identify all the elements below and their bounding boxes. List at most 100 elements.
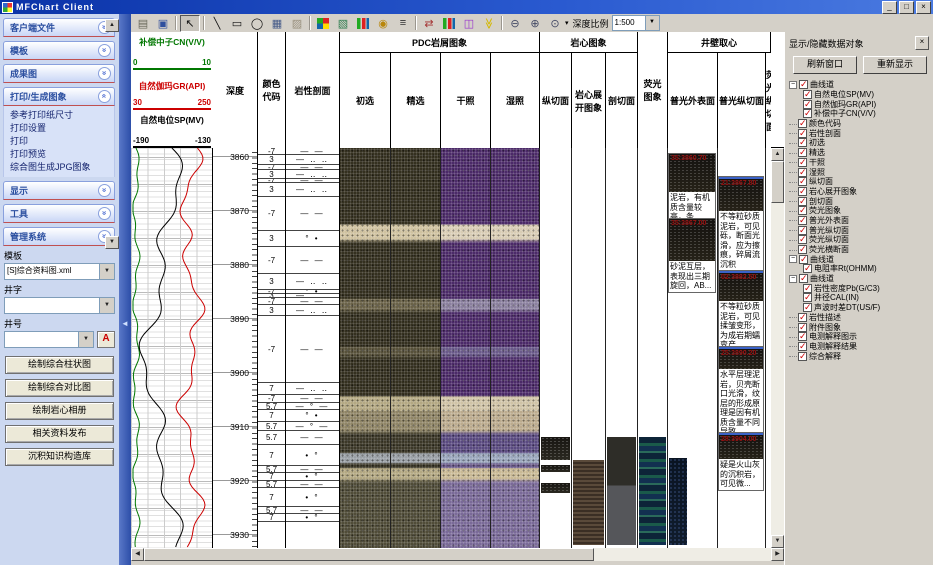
flip-page-icon[interactable]: ◫ (460, 16, 478, 31)
restore-button[interactable]: □ (899, 1, 914, 14)
sidebar-action-button-0[interactable]: 绘制综合柱状图 (5, 356, 114, 374)
horizontal-scrollbar[interactable]: ◀ ▶ (131, 548, 784, 561)
minimize-button[interactable]: _ (882, 1, 897, 14)
zoom-in-icon[interactable]: ⊕ (526, 16, 544, 31)
well-log-chart[interactable]: 深度颜色 代码岩性剖面PDC岩屑图象初选精选干照湿照岩心图象纵切面岩心展 开图象… (131, 32, 771, 548)
refresh-window-button[interactable]: 刷新窗口 (793, 56, 857, 74)
scroll-down-icon[interactable]: ▼ (771, 535, 784, 548)
line-tool-icon[interactable]: ╲ (208, 16, 226, 31)
checkbox-checked-icon[interactable] (798, 352, 807, 361)
double-chevron-icon[interactable]: » (98, 90, 111, 103)
column-chart-icon[interactable] (354, 16, 372, 31)
checkbox-checked-icon[interactable] (803, 284, 812, 293)
double-chevron-icon[interactable]: » (98, 207, 111, 220)
tree-child-item[interactable]: 补偿中子CN(V/V) (789, 109, 930, 119)
picture-icon[interactable]: ▧ (334, 16, 352, 31)
checkbox-checked-icon[interactable] (798, 177, 807, 186)
core-description-card[interactable]: 25:3890.20水平层理泥岩，贝壳断口光滑，纹层的形成原理是因有机质含量不同… (718, 346, 764, 439)
sidebar-item[interactable]: 参考打印纸尺寸 (10, 109, 114, 122)
checkbox-checked-icon[interactable] (798, 332, 807, 341)
tree-child-item[interactable]: 声波时差DT(US/F) (789, 303, 930, 313)
list-icon[interactable]: ≡ (394, 16, 412, 31)
collapse-icon[interactable]: − (789, 255, 797, 263)
save-image-icon[interactable]: ▣ (154, 16, 172, 31)
sidebar-panel-2[interactable]: 成果图» (3, 64, 115, 83)
chevron-down-icon[interactable]: ▼ (78, 332, 93, 347)
checkbox-checked-icon[interactable] (798, 313, 807, 322)
sidebar-action-button-4[interactable]: 沉积知识构造库 (5, 448, 114, 466)
checkbox-checked-icon[interactable] (803, 293, 812, 302)
checkbox-checked-icon[interactable] (803, 109, 812, 118)
checkbox-checked-icon[interactable] (798, 216, 807, 225)
sidebar-item[interactable]: 打印预览 (10, 148, 114, 161)
export-image-icon[interactable]: ▤ (134, 16, 152, 31)
tree-child-item[interactable]: 电阻率Rt(OHMM) (789, 264, 930, 274)
search-colors-icon[interactable]: ◉ (374, 16, 392, 31)
zoom-select-icon[interactable]: ⊙ (546, 16, 564, 31)
scroll-left-icon[interactable]: ◀ (131, 548, 144, 561)
checkbox-checked-icon[interactable] (798, 187, 807, 196)
flow-nodes-icon[interactable]: ⇄ (420, 16, 438, 31)
sidebar-action-button-2[interactable]: 绘制岩心相册 (5, 402, 114, 420)
scroll-right-icon[interactable]: ▶ (771, 548, 784, 561)
checkbox-checked-icon[interactable] (798, 129, 807, 138)
checkbox-checked-icon[interactable] (799, 255, 808, 264)
sidebar-item[interactable]: 打印设置 (10, 122, 114, 135)
checkbox-checked-icon[interactable] (798, 168, 807, 177)
core-description-card[interactable]: 21:3867.80不等粒砂质泥岩，可见砾，断面光滑，应为擦痕，碎屑流沉积 (718, 176, 764, 271)
chevron-down-icon[interactable]: ▼ (645, 16, 659, 30)
checkbox-checked-icon[interactable] (803, 303, 812, 312)
chevron-down-icon[interactable]: ▼ (99, 298, 114, 313)
checkbox-checked-icon[interactable] (798, 148, 807, 157)
checkbox-checked-icon[interactable] (798, 206, 807, 215)
sidebar-panel-3[interactable]: 打印/生成图象» (3, 87, 115, 106)
sidebar-scroll-up-icon[interactable]: ▲ (105, 19, 119, 32)
checkbox-checked-icon[interactable] (803, 264, 812, 273)
zoom-out-icon[interactable]: ⊖ (506, 16, 524, 31)
sidebar-panel-5[interactable]: 工具» (3, 204, 115, 223)
checkbox-checked-icon[interactable] (798, 342, 807, 351)
checkbox-checked-icon[interactable] (799, 80, 808, 89)
sidebar-panel-0[interactable]: 客户端文件» (3, 18, 115, 37)
vertical-scrollbar[interactable]: ▲ ▼ (771, 148, 784, 548)
zoom-dropdown-caret-icon[interactable]: ▾ (565, 19, 569, 27)
close-button[interactable]: × (916, 1, 931, 14)
scroll-up-icon[interactable]: ▲ (771, 148, 784, 161)
double-chevron-icon[interactable]: ≫ (482, 14, 497, 32)
checkbox-checked-icon[interactable] (798, 197, 807, 206)
checkbox-checked-icon[interactable] (798, 119, 807, 128)
checkbox-checked-icon[interactable] (798, 226, 807, 235)
checkbox-checked-icon[interactable] (799, 274, 808, 283)
rect-tool-icon[interactable]: ▭ (228, 16, 246, 31)
bar-graph-icon[interactable] (440, 16, 458, 31)
vertical-scroll-thumb[interactable] (771, 161, 784, 203)
checkbox-checked-icon[interactable] (798, 323, 807, 332)
select-cursor-icon[interactable]: ↖ (180, 15, 200, 32)
tree-item[interactable]: 综合解释 (789, 351, 930, 361)
collapse-icon[interactable]: − (789, 275, 797, 283)
sidebar-action-button-1[interactable]: 绘制综合对比图 (5, 379, 114, 397)
checkbox-checked-icon[interactable] (803, 90, 812, 99)
derrick-icon-button[interactable]: A (97, 331, 115, 348)
image-tool-icon[interactable]: ▦ (268, 16, 286, 31)
field-combo-1[interactable]: ▼ (4, 297, 115, 314)
checkbox-checked-icon[interactable] (798, 245, 807, 254)
double-chevron-icon[interactable]: » (98, 184, 111, 197)
redisplay-button[interactable]: 重新显示 (863, 56, 927, 74)
ellipse-tool-icon[interactable]: ◯ (248, 16, 266, 31)
chevron-down-icon[interactable]: ▼ (99, 264, 114, 279)
sidebar-panel-4[interactable]: 显示» (3, 181, 115, 200)
field-combo-2[interactable]: ▼ (4, 331, 94, 348)
horizontal-scroll-thumb[interactable] (144, 548, 594, 561)
checkbox-checked-icon[interactable] (803, 100, 812, 109)
sidebar-item[interactable]: 综合图生成JPG图象 (10, 161, 114, 174)
field-combo-0[interactable]: [S]综合资料图.xml▼ (4, 263, 115, 280)
core-description-card[interactable]: 35:3860.70泥岩，有机质含量较高，条... (668, 153, 716, 224)
brush-icon[interactable]: ▨ (288, 16, 306, 31)
sidebar-action-button-3[interactable]: 相关资料发布 (5, 425, 114, 443)
color-grid-icon[interactable] (314, 16, 332, 31)
double-chevron-icon[interactable]: » (98, 67, 111, 80)
double-chevron-icon[interactable]: » (98, 44, 111, 57)
panel-close-icon[interactable]: × (915, 36, 929, 50)
core-description-card[interactable]: 28:3904.00疑是火山灰的沉积岩，可见微... (718, 432, 764, 491)
